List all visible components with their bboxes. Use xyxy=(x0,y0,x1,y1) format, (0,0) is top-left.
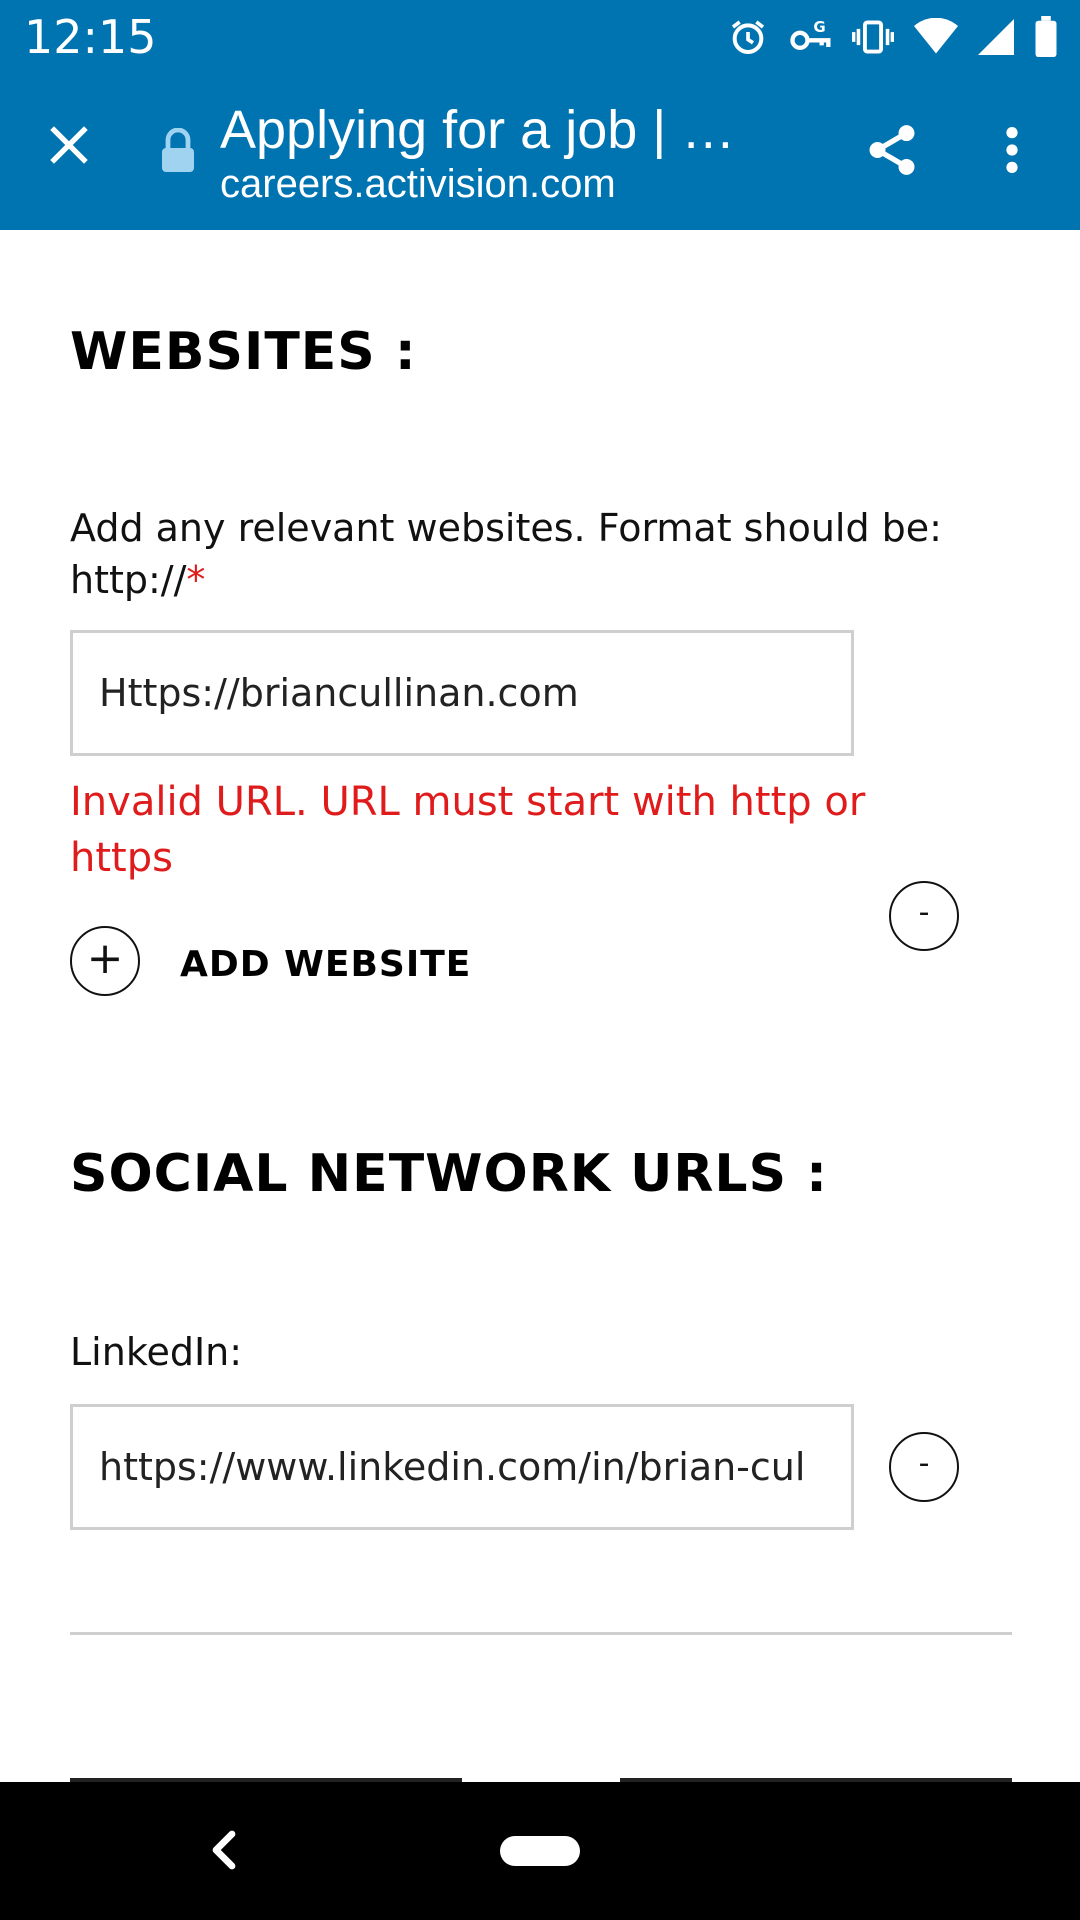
website-input[interactable]: Https://briancullinan.com xyxy=(70,630,854,756)
remove-website-button[interactable]: - xyxy=(889,881,959,951)
system-nav-bar xyxy=(0,1782,1080,1920)
alarm-icon xyxy=(728,17,768,57)
section-divider xyxy=(70,1632,1012,1635)
close-icon[interactable] xyxy=(36,112,102,178)
linkedin-input[interactable]: https://www.linkedin.com/in/brian-cul xyxy=(70,1404,854,1530)
websites-heading: WEBSITES : xyxy=(70,322,417,382)
svg-text:G: G xyxy=(813,18,825,36)
page-url[interactable]: careers.activision.com xyxy=(220,160,780,208)
more-vert-icon[interactable] xyxy=(990,118,1034,182)
status-time: 12:15 xyxy=(24,10,157,64)
websites-label: Add any relevant websites. Format should… xyxy=(70,502,970,606)
add-website-button[interactable]: + xyxy=(70,926,140,996)
remove-linkedin-button[interactable]: - xyxy=(889,1432,959,1502)
linkedin-input-value: https://www.linkedin.com/in/brian-cul xyxy=(99,1445,806,1489)
home-pill-icon[interactable] xyxy=(500,1836,580,1866)
battery-icon xyxy=(1034,16,1058,58)
back-icon[interactable] xyxy=(200,1822,244,1878)
lock-icon[interactable] xyxy=(160,127,196,172)
page-title[interactable]: Applying for a job | … xyxy=(220,98,780,162)
plus-icon: + xyxy=(86,933,124,984)
add-website-label[interactable]: ADD WEBSITE xyxy=(180,944,471,985)
share-icon[interactable] xyxy=(860,118,924,182)
screen: 12:15 G Applying for a job | … careers.a… xyxy=(0,0,1080,1920)
minus-icon: - xyxy=(918,1446,930,1481)
cell-signal-icon xyxy=(978,18,1014,56)
vibrate-icon xyxy=(852,17,894,57)
minus-icon: - xyxy=(918,895,930,930)
website-error-message: Invalid URL. URL must start with http or… xyxy=(70,779,866,881)
status-icons: G xyxy=(728,14,1058,60)
required-mark: * xyxy=(186,558,206,602)
page-content: WEBSITES : Add any relevant websites. Fo… xyxy=(0,230,1080,1782)
website-input-value: Https://briancullinan.com xyxy=(99,671,579,715)
social-network-heading: SOCIAL NETWORK URLS : xyxy=(70,1144,828,1204)
linkedin-label: LinkedIn: xyxy=(70,1330,243,1374)
vpn-key-icon: G xyxy=(788,17,832,57)
wifi-icon xyxy=(914,18,958,56)
